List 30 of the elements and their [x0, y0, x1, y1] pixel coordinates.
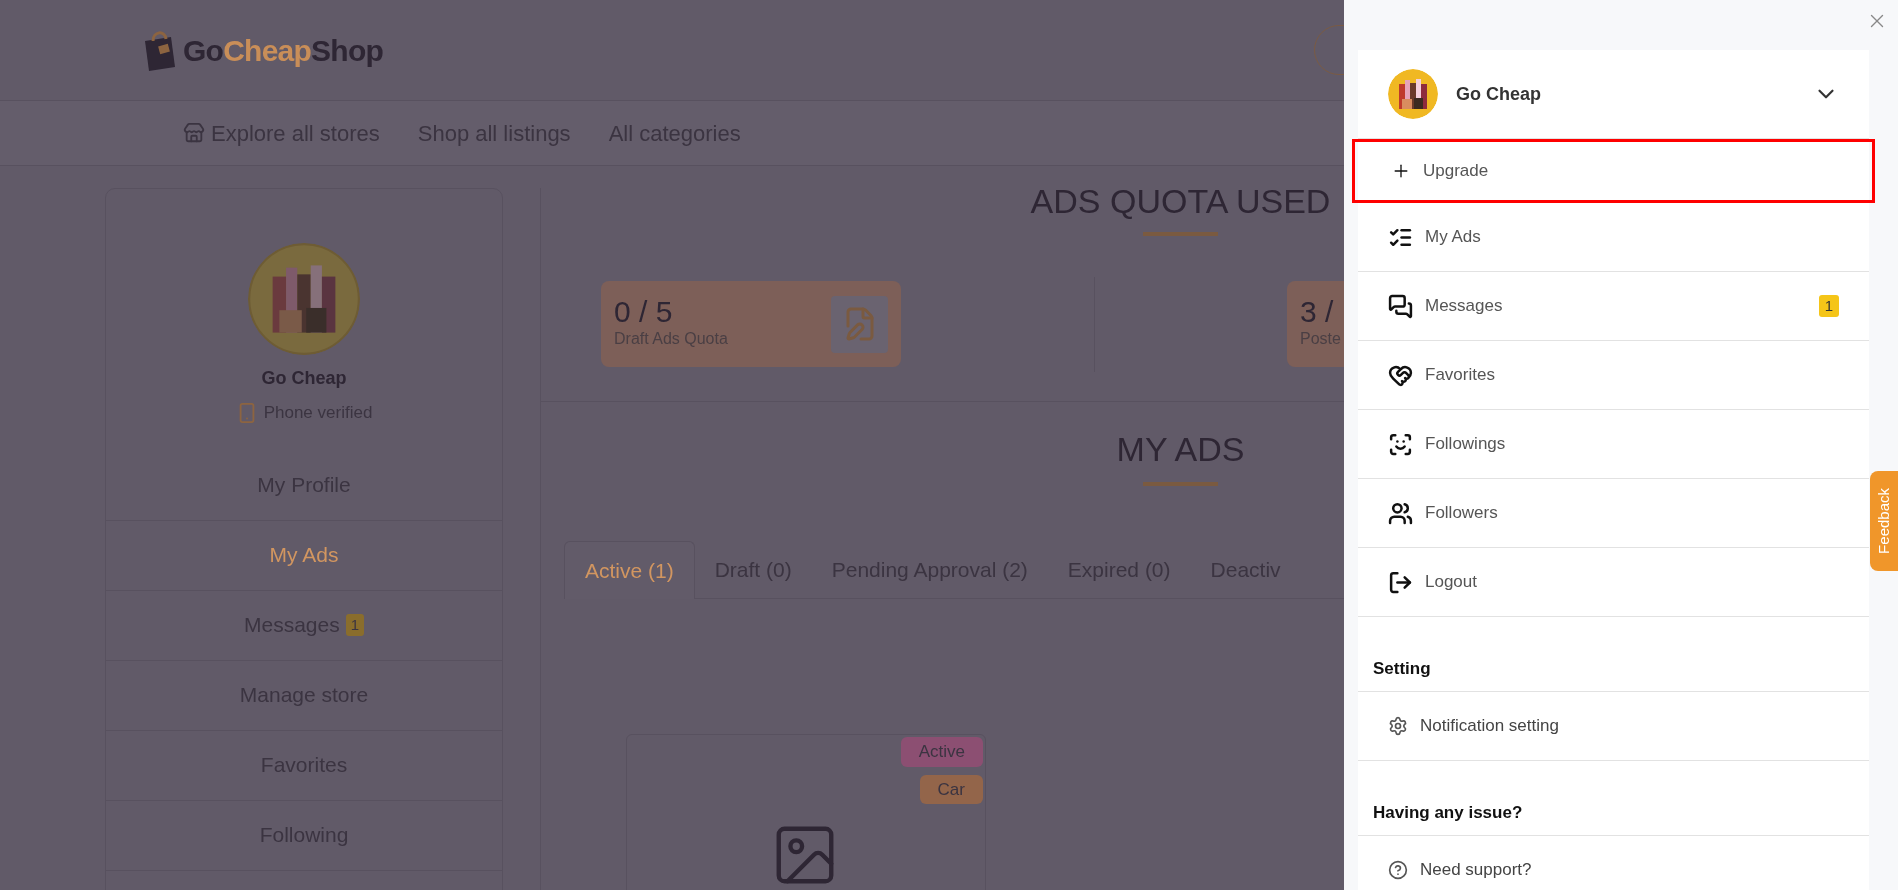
- drawer-menu-item[interactable]: Followings: [1358, 410, 1869, 479]
- status-badge: Car: [919, 774, 983, 804]
- logout-icon: [1388, 569, 1413, 595]
- status-badge: Active: [900, 737, 983, 767]
- face-frame-icon: [1388, 431, 1413, 457]
- settings-icon: [1388, 716, 1408, 736]
- drawer-menu-item[interactable]: Upgrade: [1352, 139, 1875, 203]
- user-name: Go Cheap: [1456, 82, 1541, 106]
- drawer-menu-item[interactable]: Need support?: [1358, 836, 1869, 890]
- drawer-menu-item[interactable]: Logout: [1358, 548, 1869, 617]
- drawer-menu-item[interactable]: Messages 1: [1358, 272, 1869, 341]
- tab[interactable]: Active (1): [564, 541, 695, 599]
- chat-icon: [1388, 293, 1413, 319]
- edit-document-icon: [831, 295, 888, 353]
- drawer-menu-item[interactable]: My Ads: [1358, 203, 1869, 272]
- ad-card[interactable]: Active Car: [626, 734, 986, 890]
- help-icon: [1388, 860, 1408, 880]
- count-badge: 1: [1818, 294, 1839, 318]
- drawer-menu-item[interactable]: Notification setting: [1358, 692, 1869, 761]
- drawer-menu-item[interactable]: Followers: [1358, 479, 1869, 548]
- section-heading: Setting: [1373, 657, 1431, 680]
- count-badge: 1: [345, 613, 365, 637]
- sidebar-item[interactable]: My Ads: [106, 520, 502, 591]
- quota-value: 0 / 5: [614, 297, 674, 327]
- quota-value: 3 /: [1300, 297, 1335, 327]
- feedback-tab[interactable]: Feedback: [1870, 471, 1898, 571]
- drawer-menu-item[interactable]: Favorites: [1358, 341, 1869, 410]
- section-heading: Having any issue?: [1373, 801, 1523, 824]
- store-icon: [183, 122, 205, 144]
- people-icon: [1388, 500, 1413, 526]
